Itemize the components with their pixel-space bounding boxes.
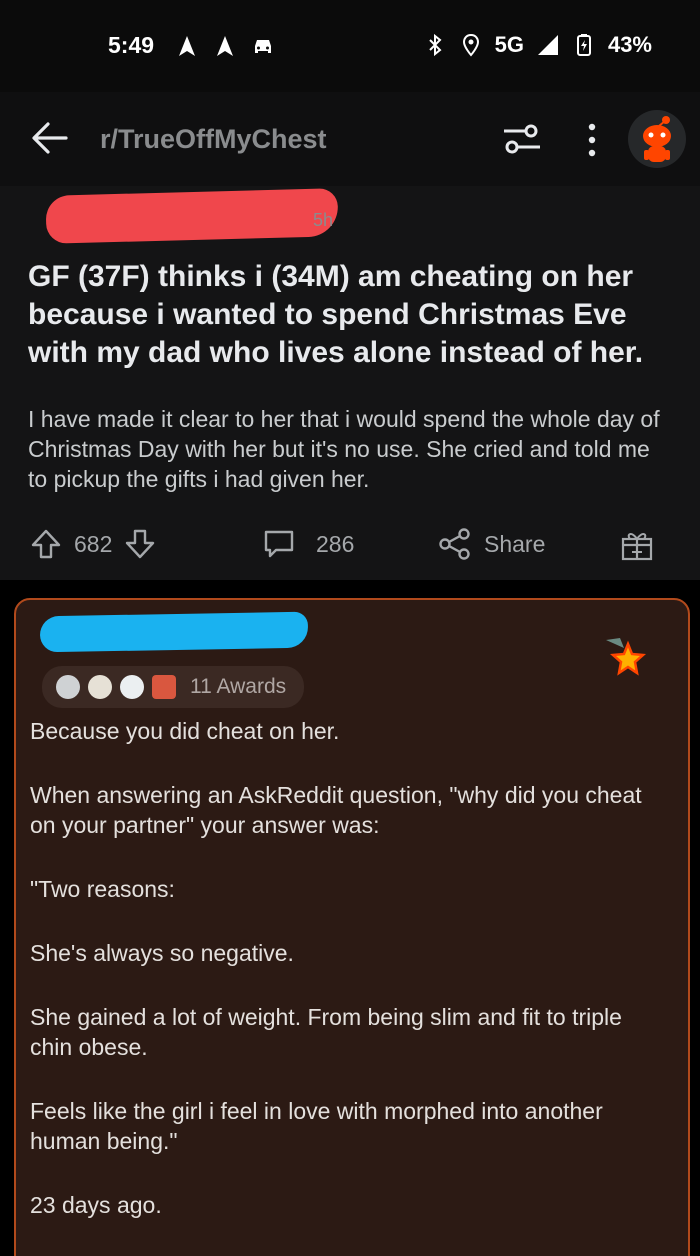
signal-icon (537, 35, 558, 55)
post-age: 5h (313, 210, 334, 230)
silver-award-icon (56, 675, 80, 699)
bluetooth-icon (428, 33, 442, 57)
avatar[interactable] (628, 110, 686, 168)
share-icon (439, 528, 470, 560)
vote-count: 682 (74, 530, 113, 557)
awards-count: 11 Awards (190, 675, 287, 698)
comment-meta (34, 610, 334, 653)
comment-paragraph: 23 days ago. (30, 1192, 162, 1218)
comment-paragraph: She gained a lot of weight. From being s… (30, 1004, 629, 1060)
post-meta: 5h (28, 188, 339, 244)
vote-group: 682 (30, 528, 156, 560)
highlighted-comment[interactable]: 11 Awards Because you did cheat on her. … (14, 598, 690, 1256)
redaction-mark (39, 611, 309, 653)
nav-arrow-icon (217, 36, 233, 56)
status-notification-icons (175, 34, 275, 58)
more-icon[interactable] (580, 120, 604, 160)
upvote-icon[interactable] (30, 528, 62, 560)
battery-level: 43% (607, 32, 652, 57)
comment-paragraph: Feels like the girl i feel in love with … (30, 1098, 610, 1154)
gift-icon (621, 533, 653, 561)
comment-body[interactable]: Because you did cheat on her. When answe… (30, 716, 670, 1254)
award-button[interactable] (620, 528, 654, 562)
car-icon (255, 40, 271, 53)
comments-button[interactable]: 286 (262, 528, 354, 560)
location-icon (462, 33, 479, 57)
comment-paragraph: "Two reasons: (30, 876, 175, 902)
share-button[interactable]: Share (438, 528, 545, 560)
status-bar: 5:49 5G 43% (0, 0, 700, 92)
network-type: 5G (494, 32, 524, 57)
helpful-award-icon (120, 675, 144, 699)
post-body[interactable]: I have made it clear to her that i would… (28, 404, 668, 494)
section-divider (0, 580, 700, 594)
comment-paragraph: When answering an AskReddit question, "w… (30, 782, 649, 838)
top-app-bar: r/TrueOffMyChest (0, 92, 700, 186)
filter-icon[interactable] (502, 120, 542, 158)
status-system-icons: 5G 43% (423, 32, 652, 58)
nav-arrow-icon (179, 36, 195, 56)
post-action-bar: 682 286 Share (0, 516, 700, 572)
post-card[interactable]: 5h GF (37F) thinks i (34M) am cheating o… (0, 186, 700, 580)
star-award-icon (606, 638, 647, 676)
avatar-icon (643, 116, 671, 162)
comment-icon (264, 530, 294, 558)
comment-paragraph: Because you did cheat on her. (30, 718, 340, 744)
awards-pill[interactable]: 11 Awards (42, 666, 304, 708)
back-arrow-icon[interactable] (30, 120, 70, 156)
wholesome-award-icon (88, 675, 112, 699)
comment-count: 286 (316, 530, 355, 557)
battery-charging-icon (576, 34, 591, 56)
downvote-icon[interactable] (124, 528, 156, 560)
gift-award-icon (152, 675, 176, 699)
share-label: Share (484, 530, 546, 557)
redaction-mark (45, 188, 339, 244)
comment-paragraph: She's always so negative. (30, 940, 294, 966)
post-title[interactable]: GF (37F) thinks i (34M) am cheating on h… (28, 258, 668, 372)
status-time: 5:49 (108, 32, 155, 58)
subreddit-name[interactable]: r/TrueOffMyChest (100, 124, 327, 155)
